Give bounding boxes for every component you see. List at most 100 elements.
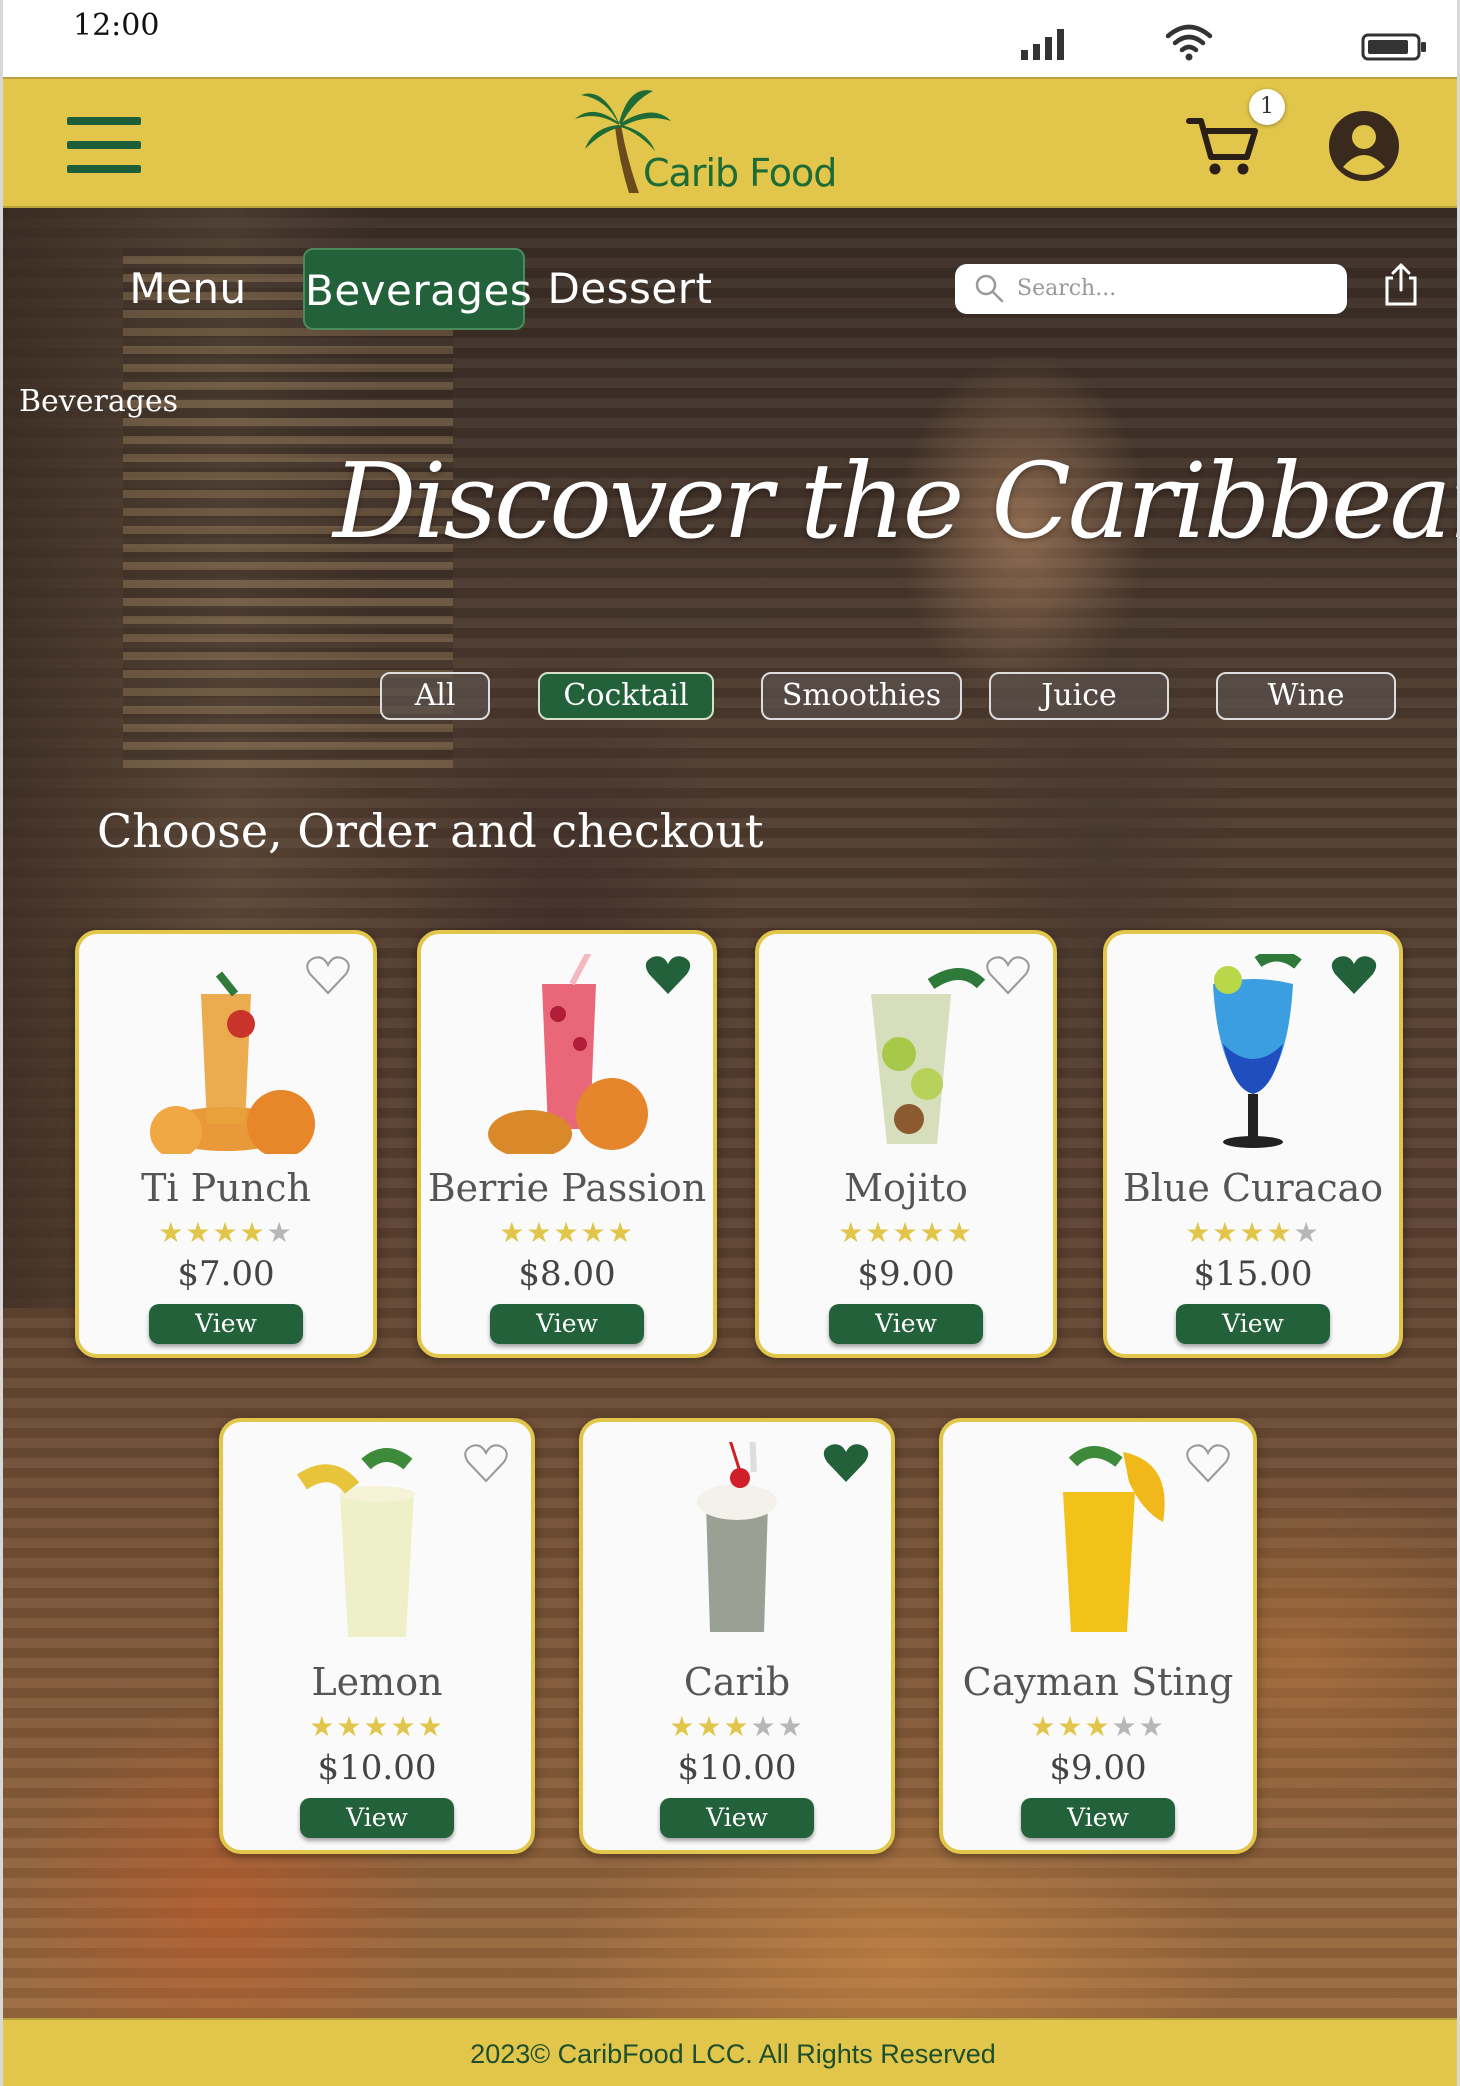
star-icon: ★	[526, 1216, 554, 1249]
hero-title: Discover the Caribbean Flava	[333, 440, 1457, 562]
star-icon: ★	[1030, 1710, 1058, 1743]
star-icon: ★	[309, 1710, 337, 1743]
star-rating: ★★★★★	[1107, 1218, 1399, 1248]
nav-dessert[interactable]: Dessert	[545, 248, 715, 330]
footer: 2023© CaribFood LCC. All Rights Reserved	[3, 2018, 1457, 2086]
star-icon: ★	[946, 1216, 974, 1249]
product-name: Lemon	[311, 1660, 443, 1704]
view-button[interactable]: View	[149, 1304, 303, 1344]
star-icon: ★	[696, 1710, 724, 1743]
star-icon: ★	[838, 1216, 866, 1249]
star-icon: ★	[750, 1710, 778, 1743]
star-icon: ★	[390, 1710, 418, 1743]
star-rating: ★★★★★	[421, 1218, 713, 1248]
star-icon: ★	[723, 1710, 751, 1743]
star-icon: ★	[607, 1216, 635, 1249]
logo[interactable]: Carib Food	[573, 85, 837, 200]
star-icon: ★	[1057, 1710, 1085, 1743]
star-icon: ★	[919, 1216, 947, 1249]
search-input[interactable]: Search...	[955, 264, 1347, 314]
cart-icon[interactable]	[1185, 109, 1261, 179]
star-icon: ★	[1084, 1710, 1112, 1743]
view-button[interactable]: View	[1176, 1304, 1330, 1344]
section-subtitle: Choose, Order and checkout	[97, 804, 764, 858]
battery-icon	[1361, 33, 1426, 61]
product-card[interactable]: Mojito ★★★★★ $9.00 View	[755, 930, 1057, 1358]
star-icon: ★	[1266, 1216, 1294, 1249]
product-price: $10.00	[677, 1748, 797, 1788]
star-icon: ★	[865, 1216, 893, 1249]
star-icon: ★	[892, 1216, 920, 1249]
wifi-icon	[1165, 24, 1213, 61]
product-price: $15.00	[1193, 1254, 1313, 1294]
drink-image	[282, 1442, 472, 1642]
breadcrumb[interactable]: Beverages	[19, 384, 178, 419]
cart-count-badge: 1	[1249, 89, 1285, 125]
drink-image	[811, 954, 1001, 1154]
view-button[interactable]: View	[300, 1798, 454, 1838]
star-icon: ★	[212, 1216, 240, 1249]
star-icon: ★	[1212, 1216, 1240, 1249]
product-name: Cayman Sting	[962, 1660, 1234, 1704]
star-rating: ★★★★★	[223, 1712, 531, 1742]
status-time: 12:00	[73, 8, 160, 43]
filter-smoothies[interactable]: Smoothies	[761, 672, 962, 720]
nav-beverages[interactable]: Beverages	[303, 248, 532, 330]
product-price: $9.00	[1049, 1748, 1147, 1788]
star-rating: ★★★★★	[79, 1218, 373, 1248]
star-rating: ★★★★★	[583, 1712, 891, 1742]
view-button[interactable]: View	[829, 1304, 983, 1344]
product-card[interactable]: Berrie Passion ★★★★★ $8.00 View	[417, 930, 717, 1358]
star-icon: ★	[1111, 1710, 1139, 1743]
star-icon: ★	[417, 1710, 445, 1743]
star-icon: ★	[580, 1216, 608, 1249]
account-icon[interactable]	[1327, 109, 1401, 183]
star-icon: ★	[158, 1216, 186, 1249]
app-window: 12:00 Carib Food 1 Menu Beverages Desser…	[0, 0, 1460, 2086]
view-button[interactable]: View	[660, 1798, 814, 1838]
star-icon: ★	[553, 1216, 581, 1249]
star-icon: ★	[1185, 1216, 1213, 1249]
star-icon: ★	[777, 1710, 805, 1743]
view-button[interactable]: View	[490, 1304, 644, 1344]
logo-text: Carib Food	[643, 151, 837, 195]
star-icon: ★	[239, 1216, 267, 1249]
product-price: $7.00	[177, 1254, 275, 1294]
nav-menu[interactable]: Menu	[113, 248, 263, 330]
star-icon: ★	[185, 1216, 213, 1249]
view-button[interactable]: View	[1021, 1798, 1175, 1838]
app-header: Carib Food 1	[3, 77, 1457, 208]
search-icon	[975, 274, 1004, 303]
filter-all[interactable]: All	[380, 672, 490, 720]
drink-image	[642, 1431, 832, 1642]
drink-image	[472, 948, 662, 1158]
product-name: Blue Curacao	[1122, 1166, 1384, 1210]
star-icon: ★	[1293, 1216, 1321, 1249]
menu-icon[interactable]	[67, 117, 141, 175]
product-name: Ti Punch	[141, 1166, 311, 1210]
drink-image	[131, 954, 321, 1158]
star-icon: ★	[669, 1710, 697, 1743]
share-icon[interactable]	[1383, 262, 1419, 308]
product-card[interactable]: Lemon ★★★★★ $10.00 View	[219, 1418, 535, 1854]
product-card[interactable]: Ti Punch ★★★★★ $7.00 View	[75, 930, 377, 1358]
star-icon: ★	[363, 1710, 391, 1743]
filter-cocktail[interactable]: Cocktail	[538, 672, 714, 720]
drink-image	[1158, 949, 1348, 1154]
product-card[interactable]: Cayman Sting ★★★★★ $9.00 View	[939, 1418, 1257, 1854]
star-rating: ★★★★★	[943, 1712, 1253, 1742]
star-icon: ★	[336, 1710, 364, 1743]
product-card[interactable]: Blue Curacao ★★★★★ $15.00 View	[1103, 930, 1403, 1358]
star-icon: ★	[499, 1216, 527, 1249]
product-name: Berrie Passion	[427, 1166, 707, 1210]
product-card[interactable]: Carib ★★★★★ $10.00 View	[579, 1418, 895, 1854]
product-name: Carib	[683, 1660, 791, 1704]
drink-image	[1003, 1442, 1193, 1642]
filter-juice[interactable]: Juice	[989, 672, 1169, 720]
star-rating: ★★★★★	[759, 1218, 1053, 1248]
filter-wine[interactable]: Wine	[1216, 672, 1396, 720]
product-name: Mojito	[844, 1166, 968, 1210]
product-price: $8.00	[518, 1254, 616, 1294]
star-icon: ★	[266, 1216, 294, 1249]
product-price: $10.00	[317, 1748, 437, 1788]
